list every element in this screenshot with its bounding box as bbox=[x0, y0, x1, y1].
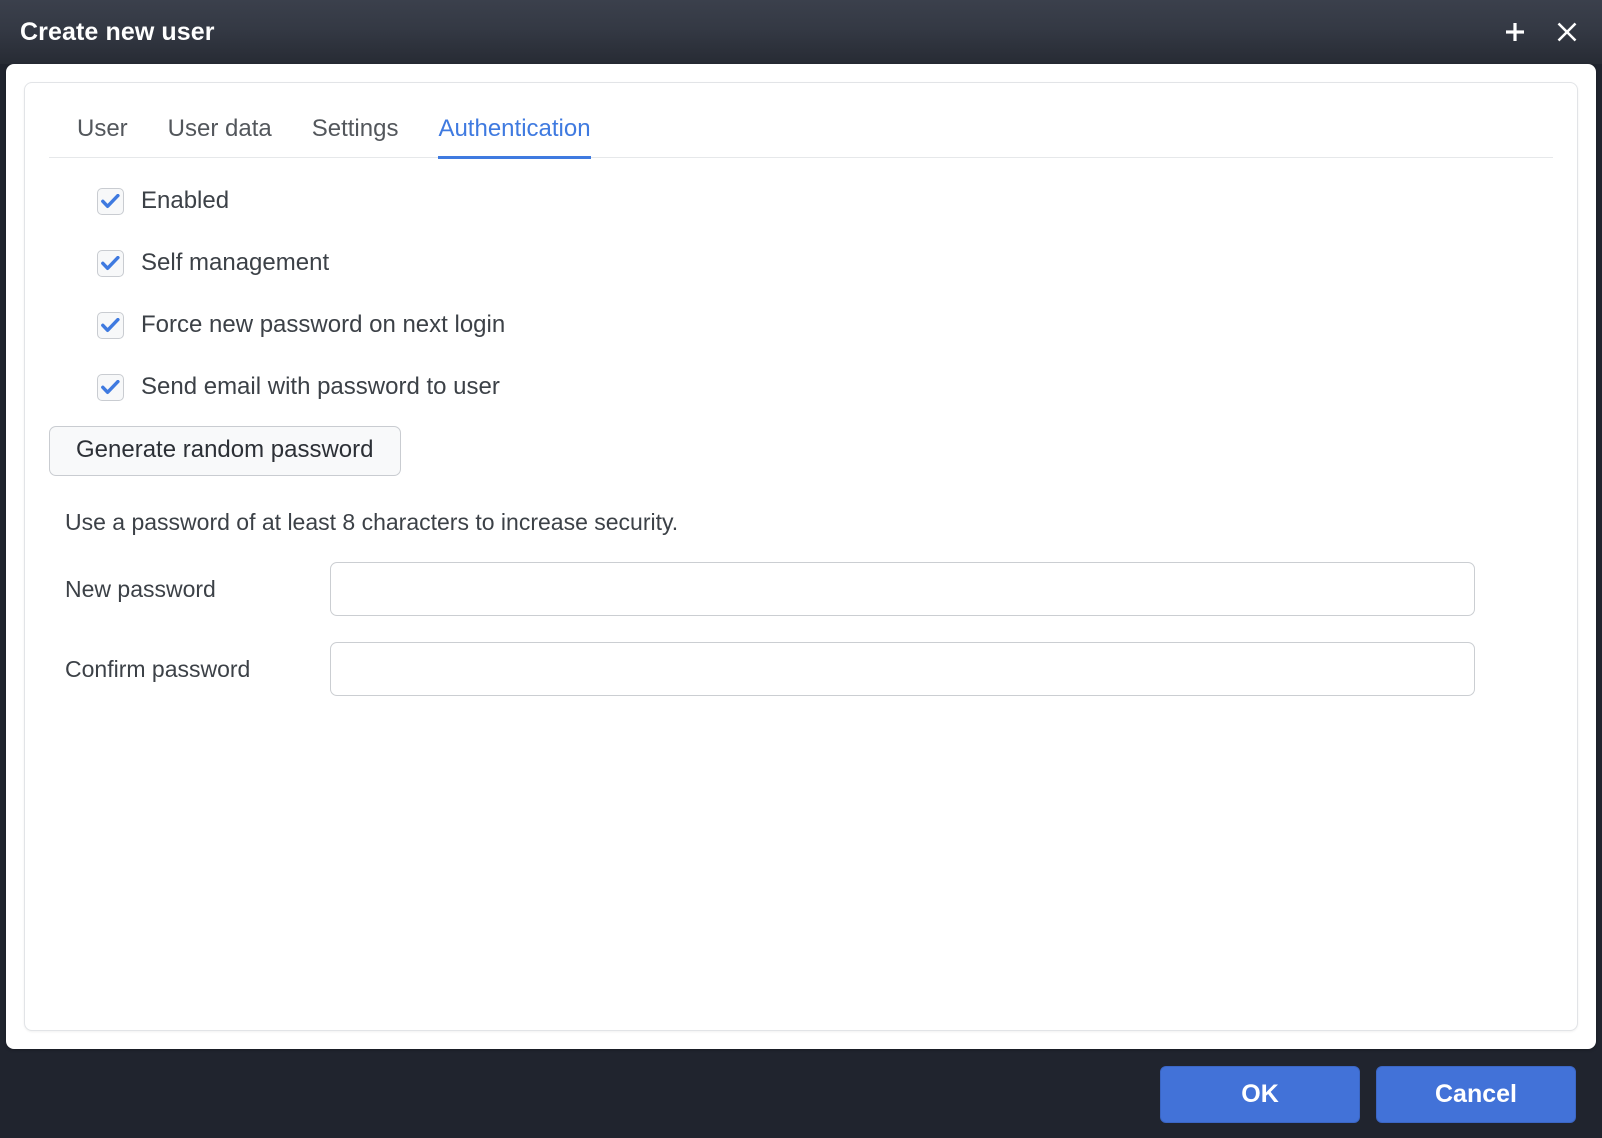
checkbox-row-send-email[interactable]: Send email with password to user bbox=[25, 364, 1577, 410]
titlebar-actions bbox=[1502, 19, 1580, 45]
checkbox-label-send-email: Send email with password to user bbox=[141, 373, 500, 400]
checkbox-send-email[interactable] bbox=[97, 373, 124, 401]
checkbox-label-force-new-password: Force new password on next login bbox=[141, 311, 506, 338]
checkbox-enabled[interactable] bbox=[97, 187, 124, 215]
confirm-password-input[interactable] bbox=[330, 642, 1475, 696]
authentication-panel: Enabled Self management Force new passwo… bbox=[25, 158, 1577, 696]
ok-button[interactable]: OK bbox=[1160, 1066, 1360, 1123]
tab-settings[interactable]: Settings bbox=[312, 115, 399, 159]
checkbox-force-new-password[interactable] bbox=[97, 311, 124, 339]
password-hint-text: Use a password of at least 8 characters … bbox=[65, 509, 679, 535]
checkbox-row-self-management[interactable]: Self management bbox=[25, 240, 1577, 286]
new-password-row: New password bbox=[25, 562, 1577, 616]
cancel-button[interactable]: Cancel bbox=[1376, 1066, 1576, 1123]
checkbox-self-management[interactable] bbox=[97, 249, 124, 277]
confirm-password-label: Confirm password bbox=[65, 655, 251, 682]
generate-random-password-button[interactable]: Generate random password bbox=[49, 426, 401, 476]
tab-user[interactable]: User bbox=[77, 115, 128, 159]
checkbox-label-self-management: Self management bbox=[141, 249, 330, 276]
tab-bar: User User data Settings Authentication bbox=[49, 83, 1553, 159]
form-panel: User User data Settings Authentication E… bbox=[24, 82, 1578, 1031]
dialog-title: Create new user bbox=[20, 17, 215, 46]
dialog-card: User User data Settings Authentication E… bbox=[6, 64, 1596, 1049]
new-password-input[interactable] bbox=[330, 562, 1475, 616]
dialog-body: User User data Settings Authentication E… bbox=[0, 64, 1602, 1055]
close-icon[interactable] bbox=[1554, 19, 1580, 45]
plus-icon[interactable] bbox=[1502, 19, 1528, 45]
tab-authentication[interactable]: Authentication bbox=[438, 115, 591, 159]
tab-user-data[interactable]: User data bbox=[168, 115, 272, 159]
create-new-user-dialog: Create new user User User data Settings … bbox=[0, 0, 1602, 1138]
checkbox-row-enabled[interactable]: Enabled bbox=[25, 178, 1577, 224]
checkbox-label-enabled: Enabled bbox=[141, 187, 230, 214]
checkbox-row-force-new-password[interactable]: Force new password on next login bbox=[25, 302, 1577, 348]
dialog-titlebar: Create new user bbox=[0, 0, 1602, 64]
generate-password-row: Generate random password bbox=[25, 426, 1577, 476]
confirm-password-row: Confirm password bbox=[25, 642, 1577, 696]
dialog-footer: OK Cancel bbox=[0, 1055, 1602, 1138]
new-password-label: New password bbox=[65, 575, 216, 602]
